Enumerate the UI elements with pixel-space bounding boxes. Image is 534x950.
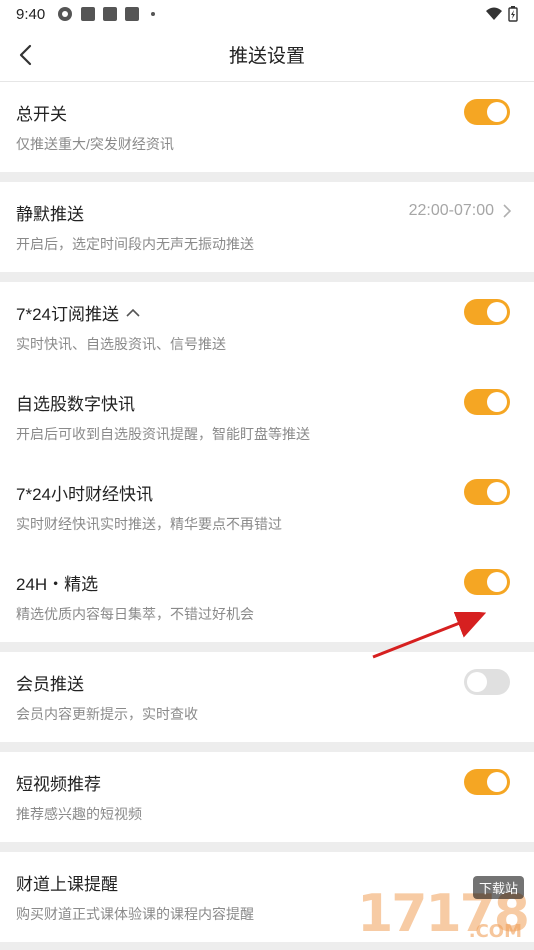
setting-title-text: 会员推送 — [16, 675, 84, 694]
setting-row[interactable]: 静默推送开启后，选定时间段内无声无振动推送 22:00-07:00 — [0, 182, 534, 272]
app-notification-icon — [58, 7, 73, 21]
site-watermark: 17178 下载站 .COM — [298, 874, 530, 944]
page-title: 推送设置 — [228, 46, 305, 67]
setting-title: 静默推送 — [16, 200, 84, 225]
toggle-switch[interactable] — [464, 99, 510, 125]
setting-title: 财道上课提醒 — [16, 870, 118, 895]
setting-row: 会员推送会员内容更新提示，实时查收 — [0, 652, 534, 742]
setting-row: 总开关仅推送重大/突发财经资讯 — [0, 82, 534, 172]
back-icon[interactable] — [12, 40, 42, 70]
setting-subtitle: 实时财经快讯实时推送，精华要点不再错过 — [16, 516, 282, 532]
setting-subtitle: 仅推送重大/突发财经资讯 — [16, 136, 174, 152]
wifi-icon — [486, 7, 502, 20]
toggle-knob — [487, 772, 507, 792]
chevron-right-icon — [503, 204, 512, 218]
setting-title: 7*24小时财经快讯 — [16, 480, 153, 505]
toggle-switch[interactable] — [464, 569, 510, 595]
settings-group: 会员推送会员内容更新提示，实时查收 — [0, 652, 534, 742]
notification-icon — [125, 7, 140, 21]
setting-title: 自选股数字快讯 — [16, 390, 135, 415]
setting-value[interactable]: 22:00-07:00 — [409, 202, 512, 220]
toggle-knob — [487, 572, 507, 592]
toggle-knob — [487, 302, 507, 322]
toggle-switch[interactable] — [464, 669, 510, 695]
setting-row: 短视频推荐推荐感兴趣的短视频 — [0, 752, 534, 842]
nav-bar: 推送设置 — [0, 28, 534, 82]
setting-row: 24H・精选精选优质内容每日集萃，不错过好机会 — [0, 552, 534, 642]
toggle-switch[interactable] — [464, 479, 510, 505]
setting-value-text: 22:00-07:00 — [408, 202, 494, 219]
setting-title-text: 短视频推荐 — [16, 775, 101, 794]
setting-title: 24H・精选 — [16, 570, 98, 595]
setting-title: 总开关 — [16, 100, 67, 125]
watermark-badge: 下载站 — [472, 876, 524, 899]
toggle-switch[interactable] — [464, 769, 510, 795]
settings-group: 7*24订阅推送实时快讯、自选股资讯、信号推送 自选股数字快讯开启后可收到自选股资… — [0, 282, 534, 642]
setting-title-text: 静默推送 — [16, 205, 84, 224]
toggle-switch[interactable] — [464, 299, 510, 325]
status-time: 9:40 — [16, 5, 46, 23]
setting-row: 7*24小时财经快讯实时财经快讯实时推送，精华要点不再错过 — [0, 462, 534, 552]
notification-icon — [81, 7, 96, 21]
setting-title-text: 财道上课提醒 — [16, 875, 118, 894]
setting-title-text: 7*24小时财经快讯 — [16, 485, 153, 504]
toggle-knob — [487, 482, 507, 502]
chevron-up-icon[interactable] — [125, 307, 141, 319]
setting-title-text: 24H・精选 — [16, 575, 99, 594]
setting-subtitle: 开启后，选定时间段内无声无振动推送 — [16, 236, 254, 252]
setting-subtitle: 购买财道正式课体验课的课程内容提醒 — [16, 906, 254, 922]
setting-subtitle: 精选优质内容每日集萃，不错过好机会 — [16, 606, 254, 622]
more-notifications-icon — [151, 12, 156, 16]
setting-subtitle: 会员内容更新提示，实时查收 — [16, 706, 198, 722]
toggle-switch[interactable] — [464, 389, 510, 415]
setting-subtitle: 开启后可收到自选股资讯提醒，智能盯盘等推送 — [16, 426, 310, 442]
setting-row: 自选股数字快讯开启后可收到自选股资讯提醒，智能盯盘等推送 — [0, 372, 534, 462]
toggle-knob — [487, 102, 507, 122]
settings-list: 总开关仅推送重大/突发财经资讯 静默推送开启后，选定时间段内无声无振动推送 22:0… — [0, 82, 534, 942]
setting-subtitle: 推荐感兴趣的短视频 — [16, 806, 142, 822]
toggle-knob — [467, 672, 487, 692]
battery-icon — [508, 6, 518, 22]
toggle-knob — [487, 392, 507, 412]
setting-title: 短视频推荐 — [16, 770, 101, 795]
settings-group: 总开关仅推送重大/突发财经资讯 — [0, 82, 534, 172]
settings-group: 短视频推荐推荐感兴趣的短视频 — [0, 752, 534, 842]
notification-icon — [103, 7, 118, 21]
setting-subtitle: 实时快讯、自选股资讯、信号推送 — [16, 336, 226, 352]
status-bar: 9:40 — [0, 0, 534, 28]
watermark-domain: .COM — [468, 921, 522, 942]
setting-title-text: 总开关 — [16, 105, 67, 124]
setting-title-text: 自选股数字快讯 — [16, 395, 135, 414]
setting-title: 会员推送 — [16, 670, 84, 695]
settings-group: 静默推送开启后，选定时间段内无声无振动推送 22:00-07:00 — [0, 182, 534, 272]
setting-title: 7*24订阅推送 — [16, 300, 141, 325]
setting-row: 7*24订阅推送实时快讯、自选股资讯、信号推送 — [0, 282, 534, 372]
setting-title-text: 7*24订阅推送 — [16, 305, 119, 324]
